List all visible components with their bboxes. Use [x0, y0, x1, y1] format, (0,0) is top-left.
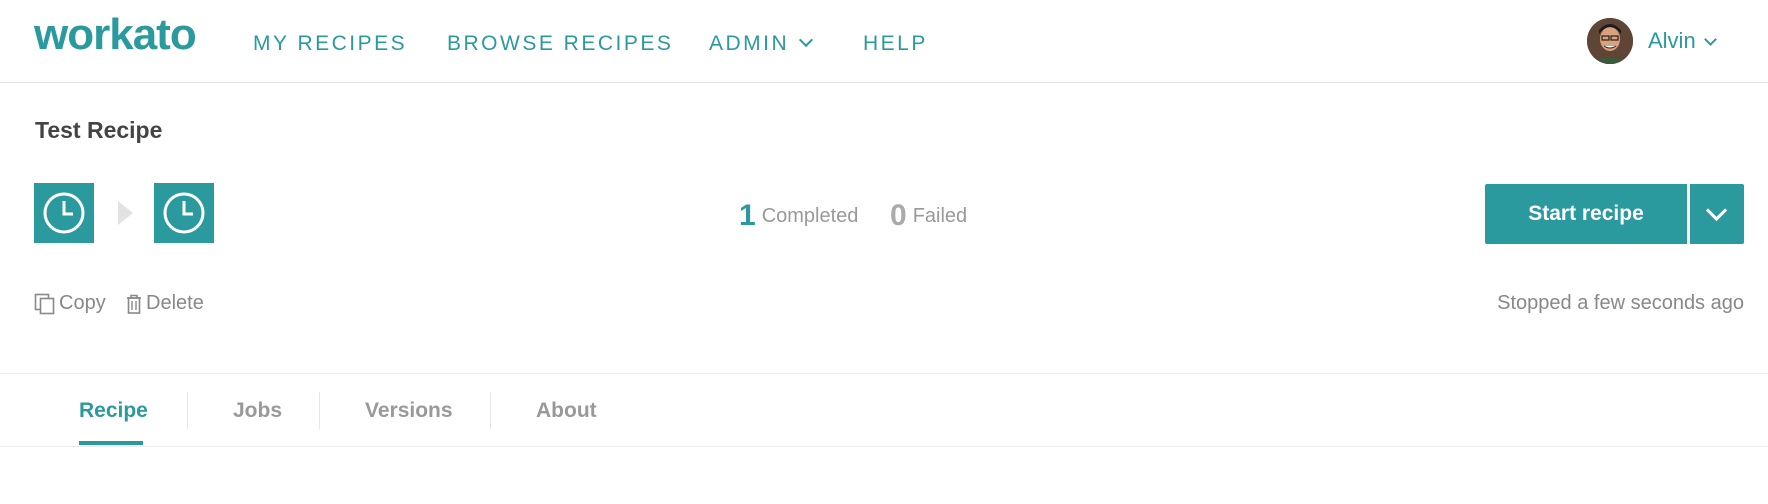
copy-label: Copy [59, 292, 106, 314]
copy-button[interactable]: Copy [34, 292, 106, 315]
nav-help[interactable]: HELP [863, 32, 928, 56]
trash-icon [127, 294, 141, 314]
tab-recipe[interactable]: Recipe [79, 399, 148, 423]
recipe-title: Test Recipe [35, 117, 163, 143]
user-avatar[interactable] [1587, 18, 1633, 64]
completed-count: 1 [739, 199, 756, 232]
clock-icon [163, 192, 205, 234]
top-navbar: workato MY RECIPES BROWSE RECIPES ADMIN … [0, 0, 1768, 83]
failed-label: Failed [912, 205, 968, 227]
completed-label: Completed [761, 205, 859, 227]
recipe-status: Stopped a few seconds ago [1497, 292, 1744, 314]
recipe-tabs: Recipe Jobs Versions About [0, 373, 1768, 447]
start-options-dropdown[interactable] [1690, 184, 1744, 244]
tab-versions[interactable]: Versions [365, 399, 453, 423]
user-menu[interactable]: Alvin [1648, 28, 1717, 54]
chevron-down-icon [1703, 33, 1717, 46]
tab-divider [187, 392, 188, 429]
nav-browse-recipes[interactable]: BROWSE RECIPES [447, 32, 673, 56]
chevron-down-icon [799, 32, 814, 48]
user-name-label: Alvin [1648, 28, 1696, 53]
nav-admin-label: ADMIN [709, 32, 790, 55]
clock-icon [43, 192, 85, 234]
failed-stat[interactable]: 0 Failed [890, 196, 968, 232]
active-tab-indicator [79, 441, 143, 445]
chevron-down-icon [1705, 199, 1728, 222]
completed-stat[interactable]: 1 Completed [739, 196, 859, 232]
tab-about[interactable]: About [536, 399, 597, 423]
workato-logo[interactable]: workato [34, 10, 197, 60]
tab-jobs[interactable]: Jobs [233, 399, 282, 423]
tab-divider [319, 392, 320, 429]
nav-admin[interactable]: ADMIN [709, 32, 814, 56]
failed-count: 0 [890, 199, 907, 232]
copy-icon [34, 293, 55, 314]
delete-button[interactable]: Delete [125, 292, 204, 315]
recipe-step-action[interactable] [154, 183, 214, 243]
nav-my-recipes[interactable]: MY RECIPES [253, 32, 407, 56]
delete-label: Delete [146, 292, 204, 314]
tab-divider [490, 392, 491, 429]
start-recipe-button[interactable]: Start recipe [1485, 184, 1687, 244]
step-arrow-icon [118, 201, 133, 225]
recipe-step-trigger[interactable] [34, 183, 94, 243]
